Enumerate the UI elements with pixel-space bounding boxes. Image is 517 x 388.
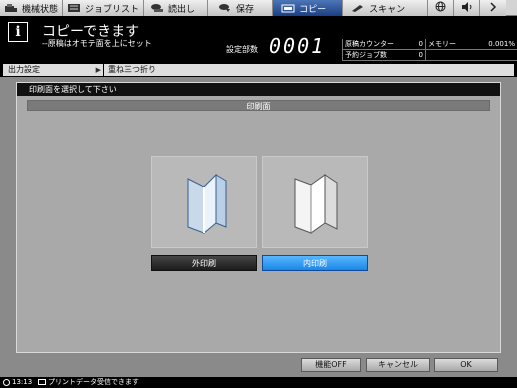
section-title: 印刷面 <box>27 100 490 111</box>
globe-icon <box>435 1 446 15</box>
tab-label: スキャン <box>369 4 406 15</box>
cancel-button[interactable]: キャンセル <box>366 358 430 372</box>
status-message: プリントデータ受信できます <box>48 378 139 386</box>
globe-button[interactable] <box>428 0 455 16</box>
outer-fold-illustration-icon <box>187 173 227 235</box>
info-icon: i <box>8 22 28 42</box>
function-off-button[interactable]: 機能OFF <box>301 358 361 372</box>
tab-job-list[interactable]: ジョブリスト <box>63 0 145 16</box>
status-bar: 13:13 プリントデータ受信できます <box>0 377 517 388</box>
tab-save[interactable]: 保存 <box>208 0 274 16</box>
clock-icon <box>3 379 10 386</box>
breadcrumb: 出力設定 ▶ 重ね三つ折り <box>0 63 517 77</box>
recall-icon <box>150 3 164 13</box>
tab-recall[interactable]: 読出し <box>144 0 209 16</box>
chevron-right-icon <box>488 1 498 15</box>
job-list-icon <box>67 3 81 13</box>
speaker-icon <box>461 1 473 15</box>
print-side-panel: 印刷面を選択して下さい 印刷面 外印刷 内印刷 <box>16 82 501 353</box>
status-time: 13:13 <box>12 378 33 386</box>
copy-icon <box>281 3 295 13</box>
tab-label: コピー <box>299 4 327 15</box>
original-counter-value: 0 <box>400 39 426 49</box>
counter-table: 原稿カウンター 0 メモリー 0.001% 予約ジョブ数 0 <box>342 39 517 61</box>
breadcrumb-label: 出力設定 <box>8 65 40 74</box>
tab-label: 保存 <box>236 4 255 15</box>
reserved-jobs-label: 予約ジョブ数 <box>342 50 400 60</box>
inner-fold-illustration-icon <box>294 174 338 234</box>
triangle-right-icon: ▶ <box>95 66 101 74</box>
top-tab-bar: 機械状態 ジョブリスト 読出し 保存 コピー スキャン <box>0 0 517 16</box>
inner-print-option[interactable] <box>262 156 368 248</box>
main-area: 印刷面を選択して下さい 印刷面 外印刷 内印刷 機能OFF キャンセル OK <box>0 77 517 377</box>
tab-machine-status[interactable]: 機械状態 <box>0 0 64 16</box>
machine-status-icon <box>4 3 18 13</box>
instruction-text: 印刷面を選択して下さい <box>17 83 500 96</box>
copy-count-value: 0001 <box>269 34 326 58</box>
tab-scan[interactable]: スキャン <box>343 0 429 16</box>
save-icon <box>218 3 232 13</box>
tab-copy[interactable]: コピー <box>273 0 344 16</box>
status-subtitle: --原稿はオモテ面を上にセット <box>42 39 152 48</box>
outer-print-button[interactable]: 外印刷 <box>151 255 257 271</box>
tab-label: ジョブリスト <box>85 4 140 15</box>
scan-icon <box>351 3 365 13</box>
inner-print-button[interactable]: 内印刷 <box>262 255 368 271</box>
breadcrumb-current: 重ね三つ折り <box>104 64 514 76</box>
original-counter-label: 原稿カウンター <box>342 39 400 49</box>
message-header: i コピーできます --原稿はオモテ面を上にセット 設定部数 0001 原稿カウ… <box>0 17 517 63</box>
volume-button[interactable] <box>454 0 481 16</box>
breadcrumb-output-settings[interactable]: 出力設定 ▶ <box>3 64 103 76</box>
reserved-jobs-value: 0 <box>400 50 426 60</box>
counter-row: 予約ジョブ数 0 <box>342 50 517 61</box>
tab-label: 機械状態 <box>22 4 59 15</box>
printer-icon <box>38 379 46 385</box>
copy-count-label: 設定部数 <box>226 45 258 54</box>
tab-label: 読出し <box>168 4 196 15</box>
counter-row: 原稿カウンター 0 メモリー 0.001% <box>342 39 517 50</box>
memory-value: 0.001% <box>488 40 515 48</box>
tab-nav-button[interactable] <box>480 0 507 16</box>
ok-button[interactable]: OK <box>434 358 498 372</box>
outer-print-option[interactable] <box>151 156 257 248</box>
memory-label: メモリー <box>428 40 456 48</box>
